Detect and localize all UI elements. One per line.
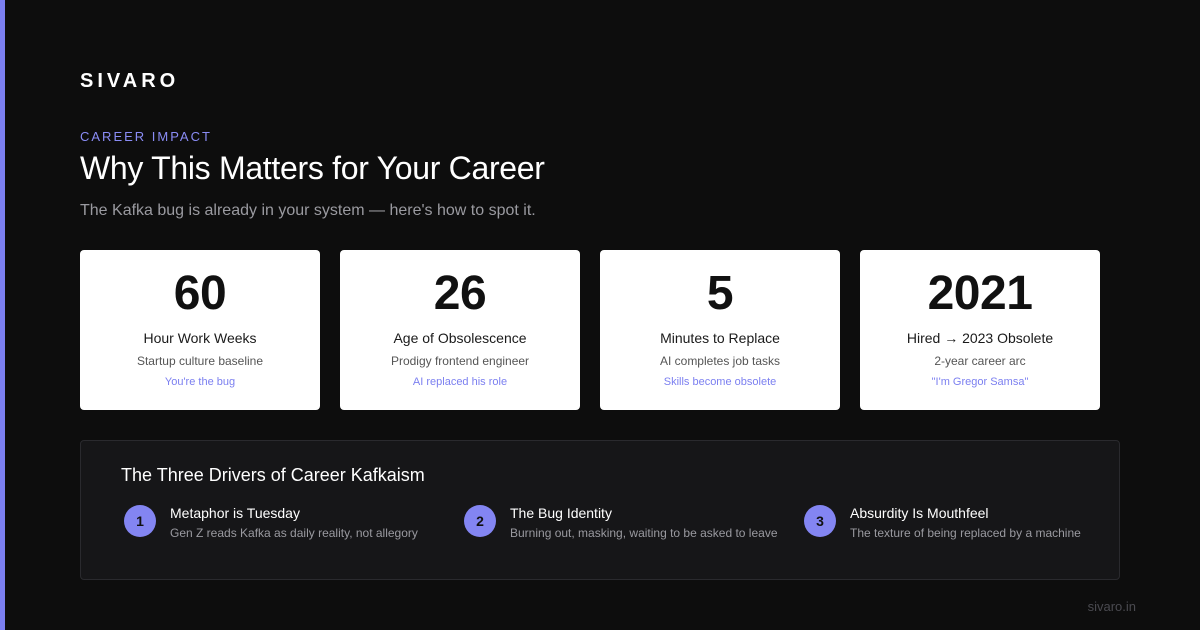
stat-label: Hired → 2023 Obsolete (906, 330, 1054, 346)
footer-url: sivaro.in (1087, 599, 1136, 614)
eyebrow: CAREER IMPACT (80, 129, 212, 144)
driver-title: Metaphor is Tuesday (170, 505, 300, 521)
stat-sub: 2-year career arc (934, 354, 1026, 368)
stat-card-career-arc: 2021 Hired → 2023 Obsolete 2-year career… (860, 250, 1100, 410)
stat-note: You're the bug (164, 376, 236, 388)
driver-number-badge: 2 (464, 505, 496, 537)
driver-item: 1 Metaphor is Tuesday Gen Z reads Kafka … (124, 504, 418, 540)
stat-card-work-weeks: 60 Hour Work Weeks Startup culture basel… (80, 250, 320, 410)
driver-title: Absurdity Is Mouthfeel (850, 505, 989, 521)
stat-number: 5 (706, 267, 734, 320)
page-subtitle: The Kafka bug is already in your system … (80, 202, 536, 219)
stat-label: Hour Work Weeks (143, 330, 257, 346)
drivers-title: The Three Drivers of Career Kafkaism (121, 465, 425, 485)
driver-desc: The texture of being replaced by a machi… (850, 526, 1081, 540)
stat-number: 60 (173, 267, 227, 320)
stat-sub: AI completes job tasks (659, 354, 781, 368)
stat-note: "I'm Gregor Samsa" (931, 376, 1029, 388)
driver-desc: Burning out, masking, waiting to be aske… (510, 526, 778, 540)
page-title: Why This Matters for Your Career (80, 150, 545, 186)
stat-label: Minutes to Replace (660, 330, 780, 346)
stats-row: 60 Hour Work Weeks Startup culture basel… (80, 250, 1100, 410)
driver-item: 2 The Bug Identity Burning out, masking,… (464, 504, 778, 540)
stat-note: AI replaced his role (412, 376, 508, 388)
stat-label: Age of Obsolescence (393, 330, 527, 346)
brand-logo: SIVARO (80, 70, 180, 92)
driver-number-badge: 1 (124, 505, 156, 537)
stat-card-replace: 5 Minutes to Replace AI completes job ta… (600, 250, 840, 410)
stat-number: 2021 (927, 267, 1033, 320)
driver-number-badge: 3 (804, 505, 836, 537)
stat-note: Skills become obsolete (663, 376, 777, 388)
stat-sub: Prodigy frontend engineer (390, 354, 530, 368)
accent-bar (0, 0, 5, 630)
stat-sub: Startup culture baseline (136, 354, 264, 368)
drivers-panel: The Three Drivers of Career Kafkaism 1 M… (80, 440, 1120, 580)
stat-card-obsolescence: 26 Age of Obsolescence Prodigy frontend … (340, 250, 580, 410)
driver-item: 3 Absurdity Is Mouthfeel The texture of … (804, 504, 1081, 540)
stat-number: 26 (433, 267, 487, 320)
driver-title: The Bug Identity (510, 505, 612, 521)
driver-desc: Gen Z reads Kafka as daily reality, not … (170, 526, 418, 540)
